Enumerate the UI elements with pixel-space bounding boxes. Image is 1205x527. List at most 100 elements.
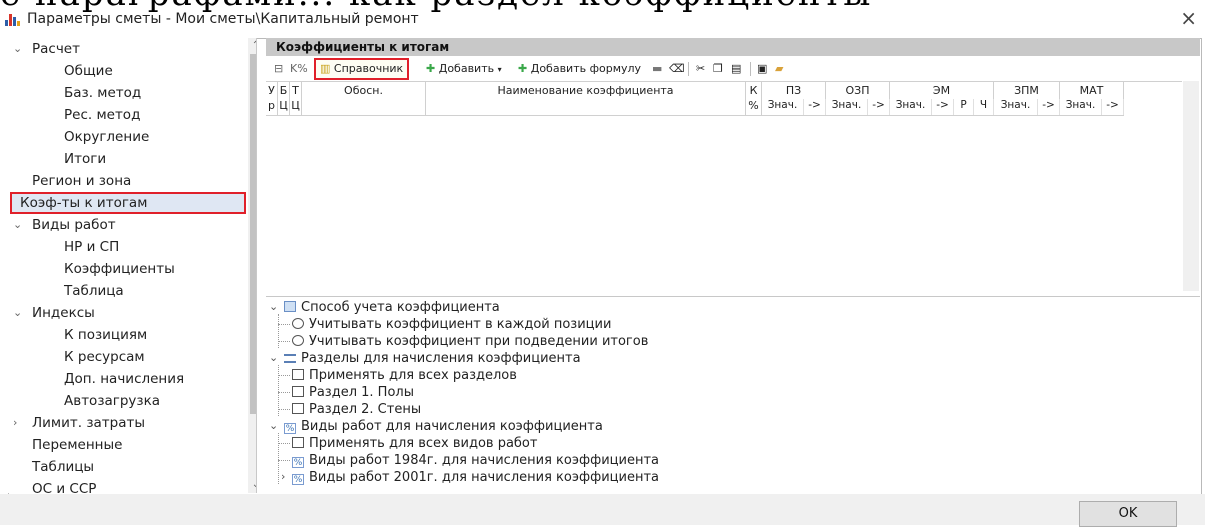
chevron-down-icon[interactable]: ⌄ [13,302,22,324]
nav-item-label: Переменные [32,437,123,453]
option-all-sections[interactable]: Применять для всех разделов [292,367,517,384]
nav-item[interactable]: Регион и зона [8,170,248,192]
nav-item[interactable]: › Лимит. затраты [8,412,248,434]
sub-arrow: -> [868,99,890,115]
nav-item[interactable]: Переменные [8,434,248,456]
close-icon[interactable]: × [1180,6,1197,30]
expand-icon[interactable]: › [281,470,285,483]
book-icon: ▥ [320,62,331,75]
nav-item[interactable]: ОС и ССР [8,478,248,493]
col-ur[interactable]: Ур [266,82,278,116]
scroll-up-icon[interactable]: ⌃ [248,38,256,54]
copy-icon[interactable]: ❐ [713,60,723,78]
nav-item-label: Виды работ [32,217,116,233]
nav-item[interactable]: ⌄ Виды работ [8,214,248,236]
sub-val: Знач. [826,99,868,115]
chevron-down-icon[interactable]: ⌄ [13,214,22,236]
nav-item-label: Доп. начисления [64,371,185,387]
tree-group-work-types[interactable]: % Виды работ для начисления коэффициента [284,418,603,435]
radio-icon [292,318,304,329]
nav-item[interactable]: Общие [8,60,248,82]
grid-scrollbar[interactable] [1183,81,1199,291]
nav-item-label: Округление [64,129,150,145]
nav-item[interactable]: Таблицы [8,456,248,478]
option-each-position[interactable]: Учитывать коэффициент в каждой позиции [292,316,611,333]
reference-label: Справочник [333,62,404,75]
tree-group-accounting-method[interactable]: Способ учета коэффициента [284,299,500,316]
collapse-icon[interactable]: ⌄ [269,419,278,432]
chevron-down-icon[interactable]: ⌄ [13,38,22,60]
col-bc[interactable]: БЦ [278,82,290,116]
checkbox-icon [292,437,304,448]
nav-item[interactable]: К ресурсам [8,346,248,368]
percent-coef-icon[interactable]: K% [290,60,308,78]
nav-item[interactable]: НР и СП [8,236,248,258]
filter-icon[interactable]: ⊟ [274,60,283,78]
col-tc[interactable]: ТЦ [290,82,302,116]
option-section-1[interactable]: Раздел 1. Полы [292,384,414,401]
col-k[interactable]: К% [746,82,762,116]
option-all-work-types[interactable]: Применять для всех видов работ [292,435,537,452]
nav-item[interactable]: Автозагрузка [8,390,248,412]
nav-list: ⌄ Расчет Общие Баз. метод Рес. метод Округлен… [8,38,248,493]
ok-button[interactable]: OK [1079,501,1177,527]
scroll-thumb[interactable] [250,54,256,414]
collapse-icon[interactable]: ⌄ [269,300,278,313]
add-button[interactable]: ✚ Добавить ▾ [426,60,502,78]
chevron-down-icon: ▾ [497,65,502,74]
nav-item[interactable]: Округление [8,126,248,148]
cut-icon[interactable]: ✂ [696,60,705,78]
nav-item[interactable]: К позициям [8,324,248,346]
nav-item-label: К позициям [64,327,148,343]
add-formula-label: Добавить формулу [530,62,642,75]
toolbar-separator [688,62,689,76]
add-icon: ✚ [426,62,436,75]
remove-icon[interactable]: ▬ [652,60,662,78]
nav-item[interactable]: Коэффициенты [8,258,248,280]
nav-item[interactable]: Рес. метод [8,104,248,126]
percent-icon: % [284,423,296,434]
sub-val: Знач. [890,99,932,115]
app-icon [5,14,21,26]
option-section-2[interactable]: Раздел 2. Стены [292,401,421,418]
nav-item[interactable]: Коэф-ты к итогам [10,192,246,214]
nav-item-label: Коэф-ты к итогам [20,195,148,211]
dialog-footer: OK [0,494,1205,527]
col-obosn[interactable]: Обосн. [302,82,426,116]
nav-item[interactable]: Итоги [8,148,248,170]
open-folder-icon[interactable]: ▰ [775,60,783,78]
nav-item-label: К ресурсам [64,349,145,365]
coefficients-grid[interactable]: Ур БЦ ТЦ Обосн. Наименование коэффициент… [266,81,1182,292]
collapse-icon[interactable]: ⌄ [269,351,278,364]
reference-button[interactable]: ▥ Справочник [313,58,410,80]
nav-item-label: Баз. метод [64,85,142,101]
add-formula-button[interactable]: ✚ Добавить формулу [518,60,641,78]
window-title: Параметры сметы - Мои сметы\Капитальный … [27,11,419,27]
option-on-totals[interactable]: Учитывать коэффициент при подведении ито… [292,333,648,350]
coefficients-panel: Коэффициенты к итогам ⊟ K% ▥ Справочник … [266,38,1200,494]
nav-item-label: ОС и ССР [32,481,97,493]
nav-item-label: Расчет [32,41,80,57]
chevron-right-icon[interactable]: › [13,412,17,434]
add-label: Добавить [438,62,495,75]
scroll-down-icon[interactable]: ⌄ [248,477,256,493]
radio-icon [292,335,304,346]
eraser-icon[interactable]: ⌫ [669,60,685,78]
save-icon[interactable]: ▣ [757,60,767,78]
nav-item-label: Лимит. затраты [32,415,146,431]
nav-item[interactable]: ⌄ Индексы [8,302,248,324]
nav-item-label: Индексы [32,305,95,321]
nav-item[interactable]: Таблица [8,280,248,302]
paste-icon[interactable]: ▤ [731,60,741,78]
nav-item[interactable]: ⌄ Расчет [8,38,248,60]
nav-item-label: Рес. метод [64,107,141,123]
nav-scrollbar[interactable]: ⌃ ⌄ [248,38,256,493]
nav-item[interactable]: Баз. метод [8,82,248,104]
sub-arrow: -> [1038,99,1060,115]
option-work-types-2001[interactable]: % Виды работ 2001г. для начисления коэффи… [292,469,659,486]
toolbar: ⊟ K% ▥ Справочник ✚ Добавить ▾ ✚ Добавит… [266,58,1200,80]
col-name[interactable]: Наименование коэффициента [426,82,746,116]
nav-item[interactable]: Доп. начисления [8,368,248,390]
option-work-types-1984[interactable]: % Виды работ 1984г. для начисления коэффи… [292,452,659,469]
tree-group-sections[interactable]: Разделы для начисления коэффициента [284,350,581,367]
